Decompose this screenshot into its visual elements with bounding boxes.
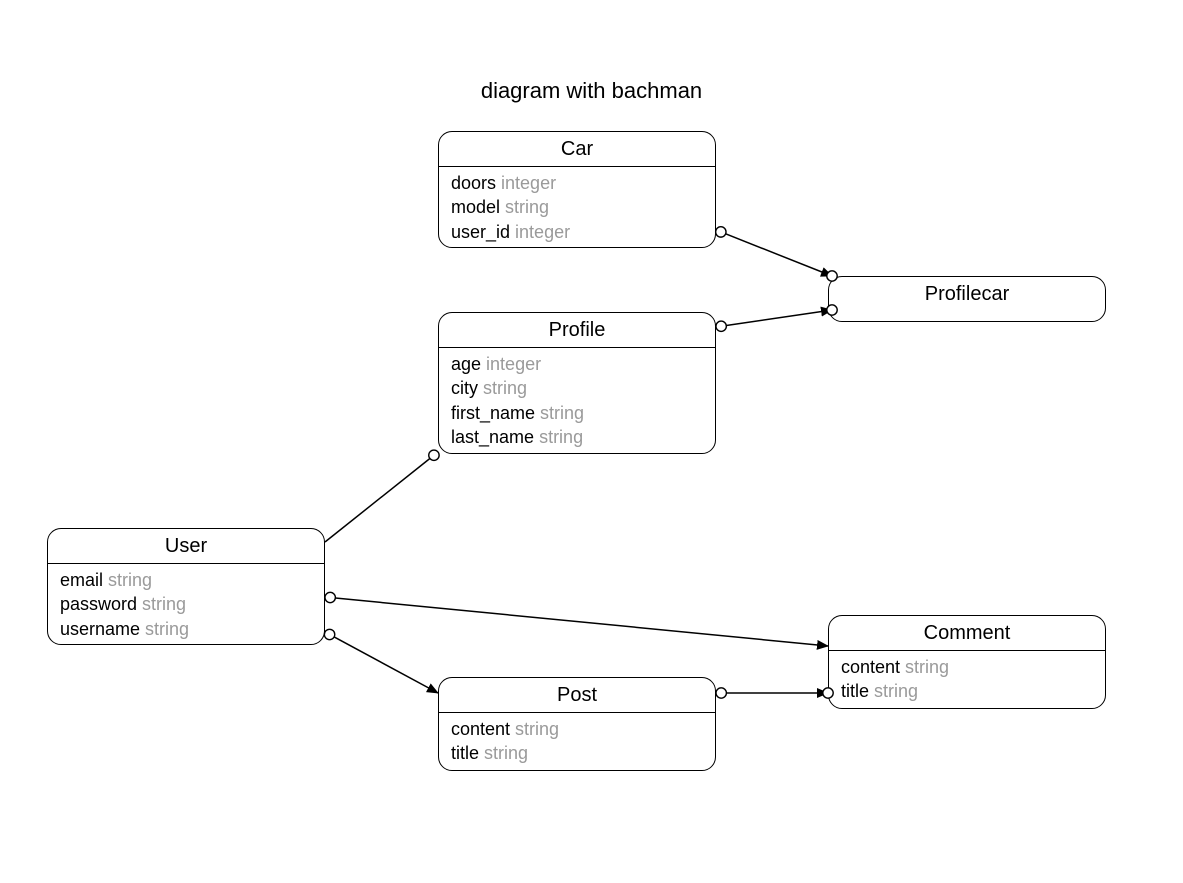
attribute-name: city: [451, 378, 483, 398]
connection-line: [726, 310, 832, 325]
attribute-row: model string: [451, 195, 703, 219]
attribute-type: string: [540, 403, 584, 423]
connection-line: [726, 234, 832, 276]
attribute-row: email string: [60, 568, 312, 592]
entity-comment-title: Comment: [829, 616, 1105, 651]
entity-profilecar-title: Profilecar: [829, 277, 1105, 311]
attribute-row: username string: [60, 617, 312, 641]
attribute-name: content: [451, 719, 515, 739]
attribute-type: string: [905, 657, 949, 677]
attribute-type: string: [515, 719, 559, 739]
entity-post: Post content stringtitle string: [438, 677, 716, 771]
entity-profile-title: Profile: [439, 313, 715, 348]
attribute-row: title string: [451, 741, 703, 765]
attribute-row: city string: [451, 376, 703, 400]
attribute-row: first_name string: [451, 401, 703, 425]
attribute-row: age integer: [451, 352, 703, 376]
entity-post-title: Post: [439, 678, 715, 713]
attribute-name: email: [60, 570, 108, 590]
bachman-circle: [716, 321, 726, 331]
attribute-type: integer: [486, 354, 541, 374]
attribute-type: string: [505, 197, 549, 217]
attribute-type: string: [108, 570, 152, 590]
attribute-name: title: [841, 681, 874, 701]
connection-line: [334, 637, 438, 693]
entity-car-body: doors integermodel stringuser_id integer: [439, 167, 715, 248]
attribute-row: password string: [60, 592, 312, 616]
attribute-type: string: [484, 743, 528, 763]
entity-car: Car doors integermodel stringuser_id int…: [438, 131, 716, 248]
bachman-circle: [716, 688, 726, 698]
attribute-name: model: [451, 197, 505, 217]
attribute-name: doors: [451, 173, 501, 193]
bachman-circle: [716, 227, 726, 237]
attribute-name: password: [60, 594, 142, 614]
bachman-circle: [429, 450, 439, 460]
attribute-name: user_id: [451, 222, 515, 242]
attribute-row: user_id integer: [451, 220, 703, 244]
attribute-type: string: [145, 619, 189, 639]
entity-profilecar: Profilecar: [828, 276, 1106, 322]
attribute-type: integer: [515, 222, 570, 242]
entity-car-title: Car: [439, 132, 715, 167]
connection-line: [335, 598, 828, 646]
attribute-row: last_name string: [451, 425, 703, 449]
attribute-type: string: [539, 427, 583, 447]
attribute-name: first_name: [451, 403, 540, 423]
entity-user: User email stringpassword stringusername…: [47, 528, 325, 645]
attribute-type: string: [483, 378, 527, 398]
attribute-name: last_name: [451, 427, 539, 447]
attribute-type: integer: [501, 173, 556, 193]
attribute-row: doors integer: [451, 171, 703, 195]
attribute-row: content string: [841, 655, 1093, 679]
entity-user-body: email stringpassword stringusername stri…: [48, 564, 324, 645]
attribute-type: string: [142, 594, 186, 614]
entity-profile: Profile age integercity stringfirst_name…: [438, 312, 716, 454]
attribute-type: string: [874, 681, 918, 701]
attribute-row: content string: [451, 717, 703, 741]
attribute-name: content: [841, 657, 905, 677]
attribute-name: age: [451, 354, 486, 374]
entity-comment-body: content stringtitle string: [829, 651, 1105, 709]
attribute-row: title string: [841, 679, 1093, 703]
entity-post-body: content stringtitle string: [439, 713, 715, 771]
entity-user-title: User: [48, 529, 324, 564]
connection-line: [325, 458, 430, 542]
bachman-circle: [325, 592, 335, 602]
entity-profile-body: age integercity stringfirst_name stringl…: [439, 348, 715, 454]
attribute-name: username: [60, 619, 145, 639]
diagram-title: diagram with bachman: [0, 78, 1183, 104]
attribute-name: title: [451, 743, 484, 763]
bachman-circle: [324, 629, 334, 639]
entity-comment: Comment content stringtitle string: [828, 615, 1106, 709]
